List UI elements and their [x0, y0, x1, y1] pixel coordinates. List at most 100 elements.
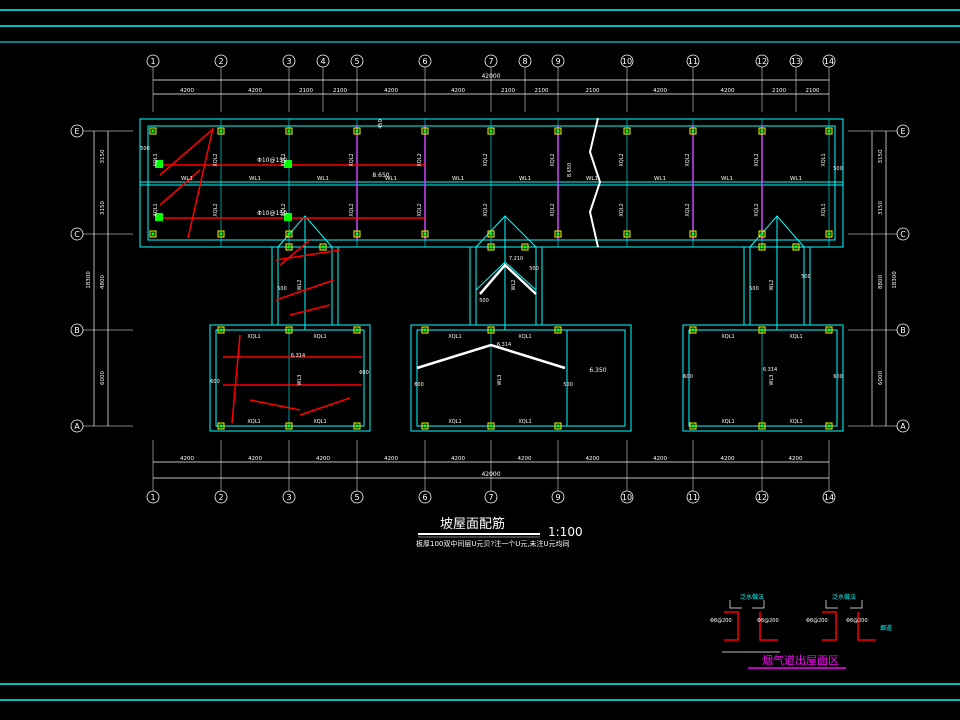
xql2-label: XQL2: [550, 153, 556, 166]
elevation-label: 6.314: [497, 342, 511, 348]
dim-label: 500: [833, 166, 843, 172]
row-axis-left-E: E: [70, 124, 84, 138]
column-core: [287, 424, 291, 428]
column-core: [355, 129, 359, 133]
top-axis-10: 10: [620, 54, 634, 68]
column-core: [691, 232, 695, 236]
top-axis-2: 2: [214, 54, 228, 68]
column-core: [827, 424, 831, 428]
svg-text:C: C: [900, 230, 906, 239]
column-core: [760, 328, 764, 332]
svg-text:11: 11: [688, 57, 698, 66]
column-core: [489, 232, 493, 236]
svg-text:7: 7: [488, 493, 493, 502]
dim-label: 450: [378, 119, 384, 129]
purple-beams: [356, 126, 763, 240]
top-axis-9: 9: [551, 54, 565, 68]
left-dim: 6000: [100, 371, 106, 385]
svg-text:E: E: [74, 127, 79, 136]
top-dim: 2100: [501, 88, 515, 94]
top-axis-11: 11: [686, 54, 700, 68]
dim-label: 600: [414, 382, 424, 388]
bottom-dim: 4200: [180, 456, 194, 462]
xql2-label: XQL2: [483, 153, 489, 166]
xql2-label: XQL2: [483, 203, 489, 216]
svg-text:9: 9: [555, 493, 560, 502]
left-total-dim: 18300: [86, 271, 92, 289]
xql2-label: XQL2: [349, 153, 355, 166]
svg-text:E: E: [900, 127, 905, 136]
svg-text:4: 4: [320, 57, 325, 66]
svg-text:10: 10: [622, 493, 632, 502]
sheet-frame: [0, 9, 960, 701]
xql1-label: XQL1: [153, 203, 159, 216]
bottom-axis-1: 1: [146, 490, 160, 504]
top-dim: 4200: [248, 88, 262, 94]
elevation-label: 8.650: [372, 172, 389, 179]
dim-label: 600: [683, 374, 693, 380]
column-core: [556, 129, 560, 133]
bottom-dim: 4200: [789, 456, 803, 462]
column-core: [355, 232, 359, 236]
dim-label: 600: [359, 370, 369, 376]
building-outline: [139, 118, 844, 432]
elevation-label: 6.350: [589, 367, 606, 374]
top-dim: 4200: [180, 88, 194, 94]
left-dim: 3150: [100, 149, 106, 163]
wl1-label: WL1: [249, 176, 261, 182]
wl2-label: WL2: [511, 280, 517, 291]
dim-label: 500: [801, 274, 811, 280]
xql1-label: XQL1: [821, 203, 827, 216]
xql2-label: XQL2: [754, 203, 760, 216]
column-core: [760, 129, 764, 133]
detail-text-1: Φ8@200: [710, 618, 732, 624]
wl1-label: WL1: [790, 176, 802, 182]
detail-tag-3: 烟道: [880, 624, 892, 632]
left-dim: 4800: [100, 275, 106, 289]
wl1-label: WL1: [721, 176, 733, 182]
column-core: [556, 424, 560, 428]
top-dim: 2100: [299, 88, 313, 94]
title-block: 坡屋面配筋 1:100 板厚100双中间层U元贝?注一个U元,未注U元均同: [416, 516, 583, 548]
svg-text:A: A: [900, 422, 906, 431]
column-core: [691, 129, 695, 133]
column-core: [489, 328, 493, 332]
wl3-label: WL3: [497, 375, 503, 386]
column-core: [423, 424, 427, 428]
detail-text-4: Φ8@200: [846, 618, 868, 624]
column-core: [355, 424, 359, 428]
detail-tag-2: 泛水做法: [832, 593, 856, 601]
bottom-axis-3: 3: [282, 490, 296, 504]
column-core: [827, 328, 831, 332]
svg-text:6: 6: [422, 57, 427, 66]
detail-text-2: Φ8@200: [757, 618, 779, 624]
top-dim: 4200: [384, 88, 398, 94]
wl3-label: WL3: [297, 375, 303, 386]
top-axis-8: 8: [518, 54, 532, 68]
column-core: [423, 328, 427, 332]
top-axis-1: 1: [146, 54, 160, 68]
bottom-dim: 4200: [316, 456, 330, 462]
column-core: [489, 424, 493, 428]
xql1-label: XQL1: [247, 334, 260, 340]
xql1-label: XQL1: [448, 419, 461, 425]
column-core: [287, 129, 291, 133]
top-axis-4: 4: [316, 54, 330, 68]
xql2-label: XQL2: [619, 153, 625, 166]
column-core: [489, 129, 493, 133]
svg-text:B: B: [900, 326, 906, 335]
column-core: [219, 424, 223, 428]
top-axis-7: 7: [484, 54, 498, 68]
xql2-label: XQL2: [685, 153, 691, 166]
svg-text:3: 3: [286, 493, 291, 502]
elevation-label: 7.210: [509, 256, 523, 262]
xql1-label: XQL1: [821, 153, 827, 166]
right-dim: 6000: [878, 371, 884, 385]
xql2-label: XQL2: [685, 203, 691, 216]
drawing-note: 板厚100双中间层U元贝?注一个U元,未注U元均同: [416, 539, 570, 548]
column-core: [625, 129, 629, 133]
xql1-label: XQL1: [313, 334, 326, 340]
svg-text:5: 5: [354, 493, 359, 502]
column-core: [423, 129, 427, 133]
xql1-label: XQL1: [518, 419, 531, 425]
